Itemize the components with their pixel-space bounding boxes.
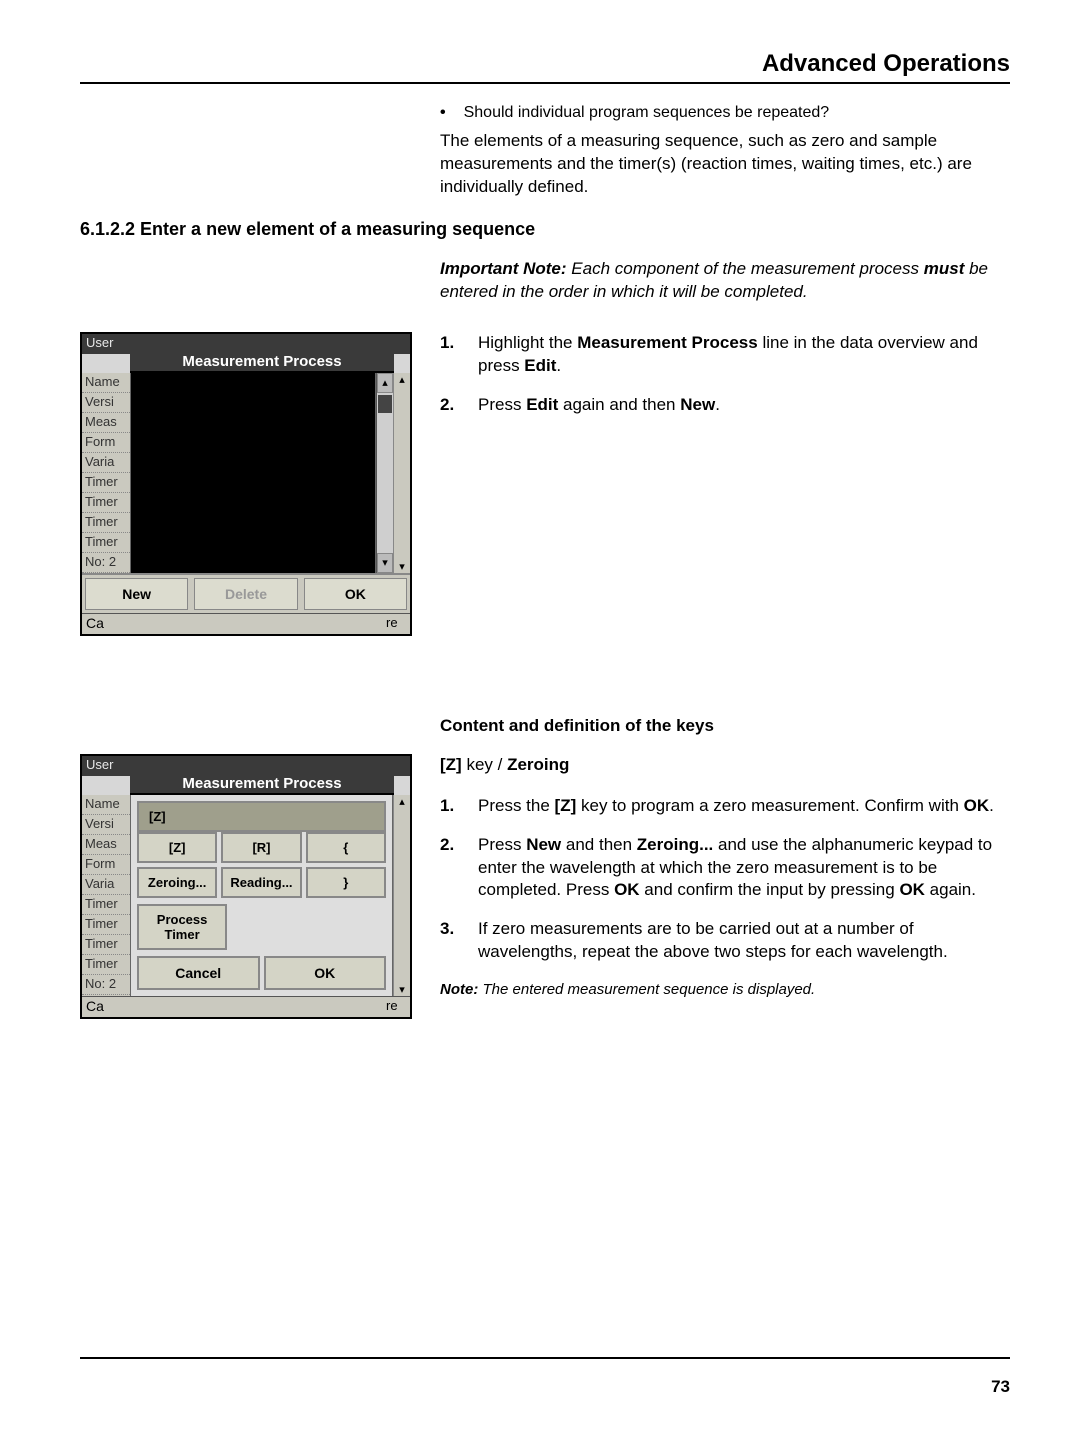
footer-rule	[80, 1357, 1010, 1359]
dialog-measurement-process-keys: User Measurement Process Name Versi Meas…	[80, 754, 412, 1019]
important-note: Important Note: Each component of the me…	[440, 258, 1010, 304]
scroll-thumb[interactable]	[378, 395, 392, 413]
z-key-heading: [Z] key / Zeroing	[440, 754, 1010, 777]
dlg2-re-label: re	[384, 997, 410, 1017]
intro-bullet: • Should individual program sequences be…	[440, 104, 1010, 122]
dlg1-ca-label: Ca	[82, 614, 124, 634]
dlg2-outer-scroll[interactable]: ▴ ▾	[393, 795, 410, 996]
r-key[interactable]: [R]	[221, 832, 301, 863]
outer-scroll-down-icon[interactable]: ▾	[399, 983, 405, 996]
scroll-up-icon[interactable]: ▴	[377, 373, 393, 393]
dlg1-list-area[interactable]	[130, 373, 376, 573]
reading-key[interactable]: Reading...	[221, 867, 301, 898]
dlg2-title: Measurement Process	[130, 774, 394, 795]
dlg2-ca-label: Ca	[82, 997, 124, 1017]
delete-button[interactable]: Delete	[194, 578, 297, 610]
dialog-measurement-process-empty: User Measurement Process Name Versi Meas…	[80, 332, 412, 636]
z-step-1: 1. Press the [Z] key to program a zero m…	[440, 795, 1010, 818]
dlg2-key-panel: [Z] [Z] [R] { Zeroing... Reading... } Pr…	[130, 795, 393, 996]
z-step-3: 3. If zero measurements are to be carrie…	[440, 918, 1010, 964]
dlg2-sidebar: Name Versi Meas Form Varia Timer Timer T…	[82, 795, 130, 996]
dlg1-user-label: User	[82, 334, 117, 354]
page-header-title: Advanced Operations	[80, 50, 1010, 78]
outer-scroll-down-icon[interactable]: ▾	[399, 560, 405, 573]
dlg1-scrollbar[interactable]: ▴ ▾	[376, 373, 393, 573]
dlg1-sidebar: Name Versi Meas Form Varia Timer Timer T…	[82, 373, 130, 573]
close-brace-key[interactable]: }	[306, 867, 386, 898]
ok-button-2[interactable]: OK	[264, 956, 387, 990]
section-heading: 6.1.2.2 Enter a new element of a measuri…	[80, 219, 1010, 240]
z-display-key[interactable]: [Z]	[137, 801, 386, 832]
outer-scroll-up-icon[interactable]: ▴	[399, 373, 405, 386]
content-keys-heading: Content and definition of the keys	[440, 716, 1010, 736]
bullet-dot: •	[440, 104, 446, 122]
step-2-edit-new: 2. Press Edit again and then New.	[440, 394, 1010, 417]
z-step-2: 2. Press New and then Zeroing... and use…	[440, 834, 1010, 903]
new-button[interactable]: New	[85, 578, 188, 610]
dlg2-user-label: User	[82, 756, 117, 776]
cancel-button[interactable]: Cancel	[137, 956, 260, 990]
outer-scroll-up-icon[interactable]: ▴	[399, 795, 405, 808]
header-rule	[80, 82, 1010, 84]
scroll-down-icon[interactable]: ▾	[377, 553, 393, 573]
process-timer-key[interactable]: Process Timer	[137, 904, 227, 950]
ok-button[interactable]: OK	[304, 578, 407, 610]
z-key[interactable]: [Z]	[137, 832, 217, 863]
dlg1-title: Measurement Process	[130, 352, 394, 373]
dlg1-re-label: re	[384, 614, 410, 634]
note-prefix: Important Note:	[440, 259, 567, 278]
intro-bullet-text: Should individual program sequences be r…	[464, 104, 830, 122]
step-1-highlight: 1. Highlight the Measurement Process lin…	[440, 332, 1010, 378]
sequence-note: Note: The entered measurement sequence i…	[440, 980, 1010, 1000]
dlg1-outer-scroll[interactable]: ▴ ▾	[393, 373, 410, 573]
open-brace-key[interactable]: {	[306, 832, 386, 863]
zeroing-key[interactable]: Zeroing...	[137, 867, 217, 898]
intro-paragraph: The elements of a measuring sequence, su…	[440, 130, 1010, 199]
page-number: 73	[991, 1377, 1010, 1397]
